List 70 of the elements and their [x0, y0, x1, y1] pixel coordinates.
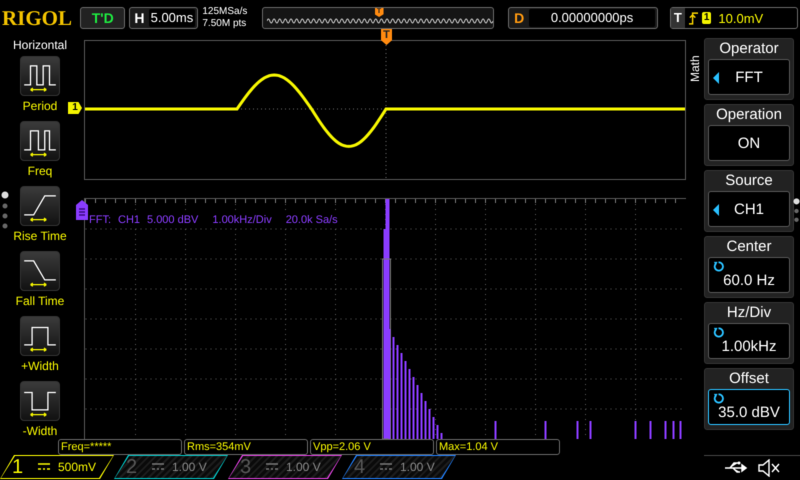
- channel-status-tab[interactable]: 4 1.00 V: [342, 455, 456, 479]
- trigger-marker[interactable]: T: [381, 29, 392, 45]
- measure-button[interactable]: [20, 121, 60, 161]
- dc-coupling-icon: [266, 463, 278, 471]
- memory-depth: 7.50M pts: [202, 18, 248, 30]
- fft-info-text: CH1: [118, 214, 140, 226]
- measure-label: -Width: [22, 424, 58, 438]
- measure-button[interactable]: [20, 381, 60, 421]
- channel-status-tab[interactable]: 1 500mV: [0, 455, 114, 479]
- measure-button[interactable]: [20, 316, 60, 356]
- usb-icon: [724, 460, 750, 474]
- run-state-button[interactable]: T'D: [80, 7, 126, 29]
- menu-value-button[interactable]: CH1: [708, 191, 790, 227]
- menu-value-button[interactable]: ON: [708, 125, 790, 161]
- dc-coupling-icon: [152, 463, 164, 471]
- menu-tab[interactable]: Math: [686, 36, 704, 454]
- brand-logo: RIGOL: [2, 6, 72, 30]
- menu-item-label: Offset: [729, 369, 769, 389]
- rotate-knob-icon: [713, 393, 724, 404]
- trigger-level: 10.0mV: [718, 10, 764, 26]
- menu-item-label: Center: [726, 237, 772, 257]
- measure-button[interactable]: [20, 56, 60, 96]
- menu-title: Horizontal: [12, 38, 68, 52]
- trigger-label: T: [670, 8, 685, 28]
- speaker-muted-icon: [758, 458, 780, 476]
- menu-item-label: Operator: [719, 39, 779, 59]
- delay-label: D: [513, 10, 526, 26]
- delay-display[interactable]: D 0.00000000ps: [508, 7, 658, 29]
- measure-label: Freq: [28, 164, 52, 178]
- sample-rate: 125MSa/s: [202, 6, 248, 18]
- fft-info-text: FFT:: [89, 214, 111, 226]
- measure-label: Fall Time: [16, 294, 64, 308]
- measurement-readout: Max=1.04 V: [436, 439, 560, 455]
- menu-item-label: Operation: [716, 105, 782, 125]
- fft-info-text: 1.00kHz/Div: [212, 214, 272, 226]
- menu-value-button[interactable]: 35.0 dBV: [708, 389, 790, 425]
- timebase-value: 5.00ms: [148, 9, 196, 27]
- page-dots-icon: [1, 191, 9, 231]
- dc-coupling-icon: [380, 463, 392, 471]
- measurement-readout: Rms=354mV: [184, 439, 308, 455]
- menu-value-button[interactable]: FFT: [708, 59, 790, 95]
- measure-label: Rise Time: [13, 229, 67, 243]
- menu-value-button[interactable]: 1.00kHz: [708, 323, 790, 359]
- channel-status-tab[interactable]: 2 1.00 V: [114, 455, 228, 479]
- memory-wave-icon: [266, 17, 493, 25]
- measurement-readout: Vpp=2.06 V: [310, 439, 434, 455]
- measure-label: Period: [22, 99, 58, 113]
- menu-value-button[interactable]: 60.0 Hz: [708, 257, 790, 293]
- rising-edge-icon: [688, 12, 698, 24]
- menu-item-label: Hz/Div: [726, 303, 772, 323]
- caret-icon: [713, 204, 719, 216]
- fft-info-text: 5.000 dBV: [147, 214, 198, 226]
- caret-icon: [713, 72, 719, 84]
- channel-status-tab[interactable]: 3 1.00 V: [228, 455, 342, 479]
- delay-value: 0.00000000ps: [529, 9, 655, 27]
- fft-info-text: 20.0k Sa/s: [286, 214, 338, 226]
- timebase-display[interactable]: H 5.00ms: [129, 7, 198, 29]
- trigger-display[interactable]: T 1 10.0mV: [670, 7, 798, 29]
- measure-button[interactable]: [20, 186, 60, 226]
- timebase-label: H: [133, 10, 146, 26]
- math-channel-marker-icon[interactable]: [76, 200, 88, 220]
- measure-button[interactable]: [20, 251, 60, 291]
- channel-marker[interactable]: 1: [68, 102, 82, 114]
- rotate-knob-icon: [713, 261, 724, 272]
- measurement-readout: Freq=*****: [58, 439, 182, 455]
- measure-label: +Width: [21, 359, 59, 373]
- menu-item-label: Source: [725, 171, 773, 191]
- rotate-knob-icon: [713, 327, 724, 338]
- trigger-source-badge: 1: [702, 12, 712, 24]
- dc-coupling-icon: [38, 463, 50, 471]
